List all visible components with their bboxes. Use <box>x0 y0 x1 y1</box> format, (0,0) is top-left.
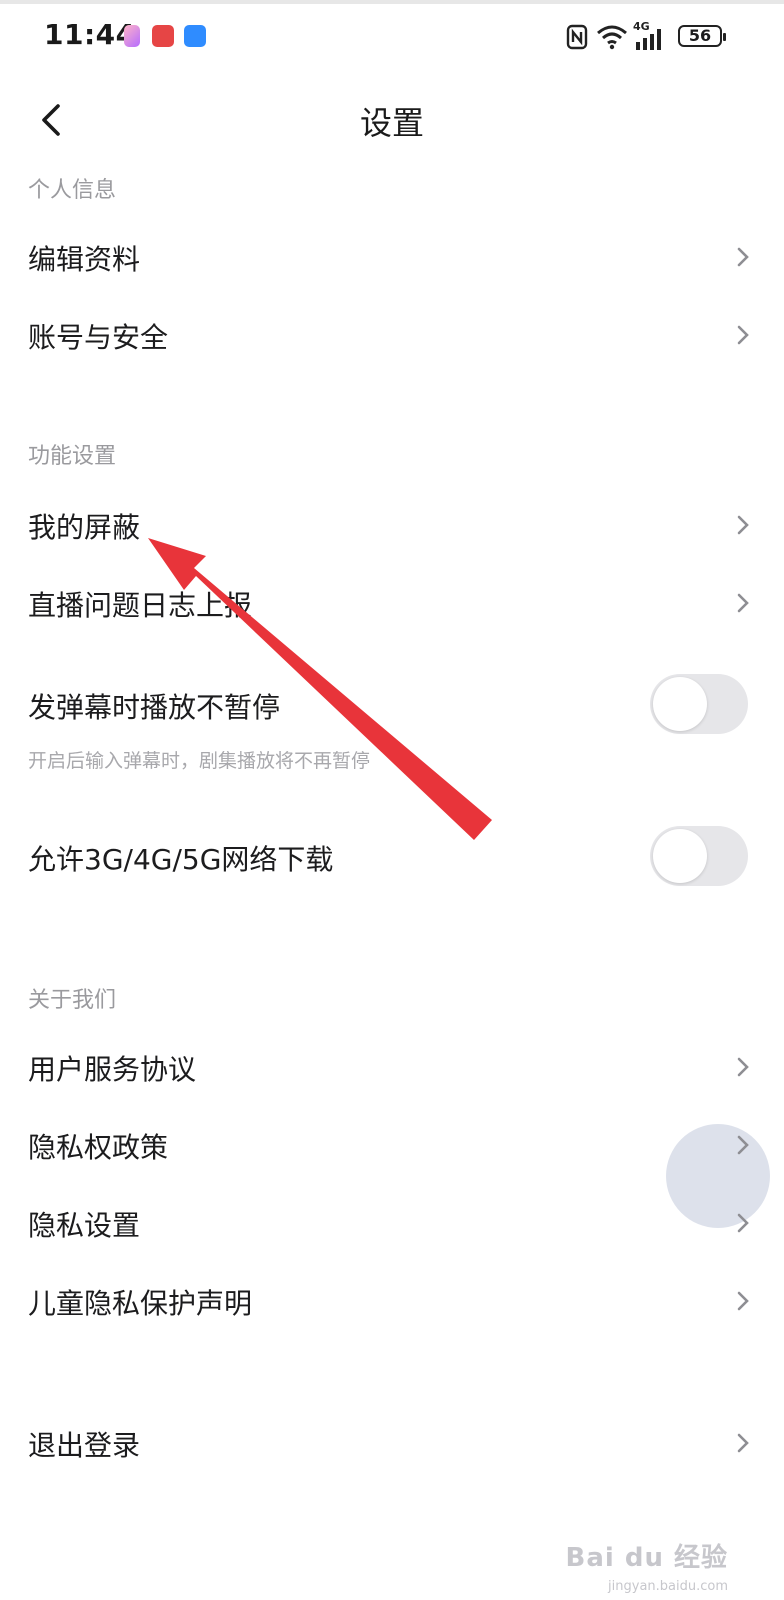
chevron-right-icon <box>737 1213 749 1233</box>
cloud-notification-icon <box>184 25 206 47</box>
battery-icon: 56 <box>678 25 726 47</box>
settings-item-live-log-report[interactable]: 直播问题日志上报 <box>0 570 784 636</box>
chevron-right-icon <box>737 325 749 345</box>
item-label: 直播问题日志上报 <box>28 589 253 622</box>
signal-icon <box>636 29 661 50</box>
huawei-notification-icon <box>152 25 174 47</box>
danmaku-no-pause-toggle[interactable] <box>650 674 748 734</box>
item-label: 用户服务协议 <box>28 1053 197 1086</box>
settings-item-user-agreement[interactable]: 用户服务协议 <box>0 1034 784 1100</box>
item-label: 隐私设置 <box>28 1209 141 1242</box>
item-label: 账号与安全 <box>28 321 169 354</box>
status-bar: 11:44 4G 56 <box>0 0 784 70</box>
section-title-about: 关于我们 <box>28 988 117 1013</box>
item-label: 儿童隐私保护声明 <box>28 1287 253 1320</box>
item-label: 发弹幕时播放不暂停 <box>28 691 281 724</box>
settings-item-edit-profile[interactable]: 编辑资料 <box>0 224 784 290</box>
settings-item-child-privacy[interactable]: 儿童隐私保护声明 <box>0 1268 784 1334</box>
watermark-url: jingyan.baidu.com <box>608 1579 728 1594</box>
item-label: 隐私权政策 <box>28 1131 169 1164</box>
section-title-personal: 个人信息 <box>28 178 117 203</box>
page-title: 设置 <box>359 104 424 142</box>
toggle-knob <box>653 829 707 883</box>
baidu-watermark: Bai du 经验 <box>565 1543 728 1573</box>
section-title-features: 功能设置 <box>28 444 117 469</box>
nfc-icon <box>566 24 588 50</box>
chevron-right-icon <box>737 1057 749 1077</box>
battery-level: 56 <box>688 26 712 45</box>
chevron-right-icon <box>737 515 749 535</box>
item-label: 我的屏蔽 <box>28 511 141 544</box>
item-label: 允许3G/4G/5G网络下载 <box>28 843 334 876</box>
settings-item-privacy-settings[interactable]: 隐私设置 <box>0 1190 784 1256</box>
mobile-network-download-toggle[interactable] <box>650 826 748 886</box>
wifi-icon <box>597 25 627 50</box>
chevron-right-icon <box>737 1135 749 1155</box>
chevron-right-icon <box>737 1433 749 1453</box>
settings-item-privacy-policy[interactable]: 隐私权政策 <box>0 1112 784 1178</box>
chevron-right-icon <box>737 593 749 613</box>
chevron-right-icon <box>737 247 749 267</box>
status-time: 11:44 <box>44 18 136 51</box>
settings-item-account-security[interactable]: 账号与安全 <box>0 302 784 368</box>
chevron-right-icon <box>737 1291 749 1311</box>
app-notification-icon <box>124 25 140 47</box>
settings-item-my-blocklist[interactable]: 我的屏蔽 <box>0 492 784 558</box>
settings-item-danmaku-no-pause: 发弹幕时播放不暂停 <box>0 672 784 738</box>
item-label: 编辑资料 <box>28 243 141 276</box>
logout-label: 退出登录 <box>28 1429 141 1462</box>
danmaku-hint-text: 开启后输入弹幕时，剧集播放将不再暂停 <box>28 750 371 772</box>
toggle-knob <box>653 677 707 731</box>
logout-button[interactable]: 退出登录 <box>0 1410 784 1476</box>
nav-header: 设置 <box>0 80 784 160</box>
settings-item-mobile-network-download: 允许3G/4G/5G网络下载 <box>0 824 784 890</box>
